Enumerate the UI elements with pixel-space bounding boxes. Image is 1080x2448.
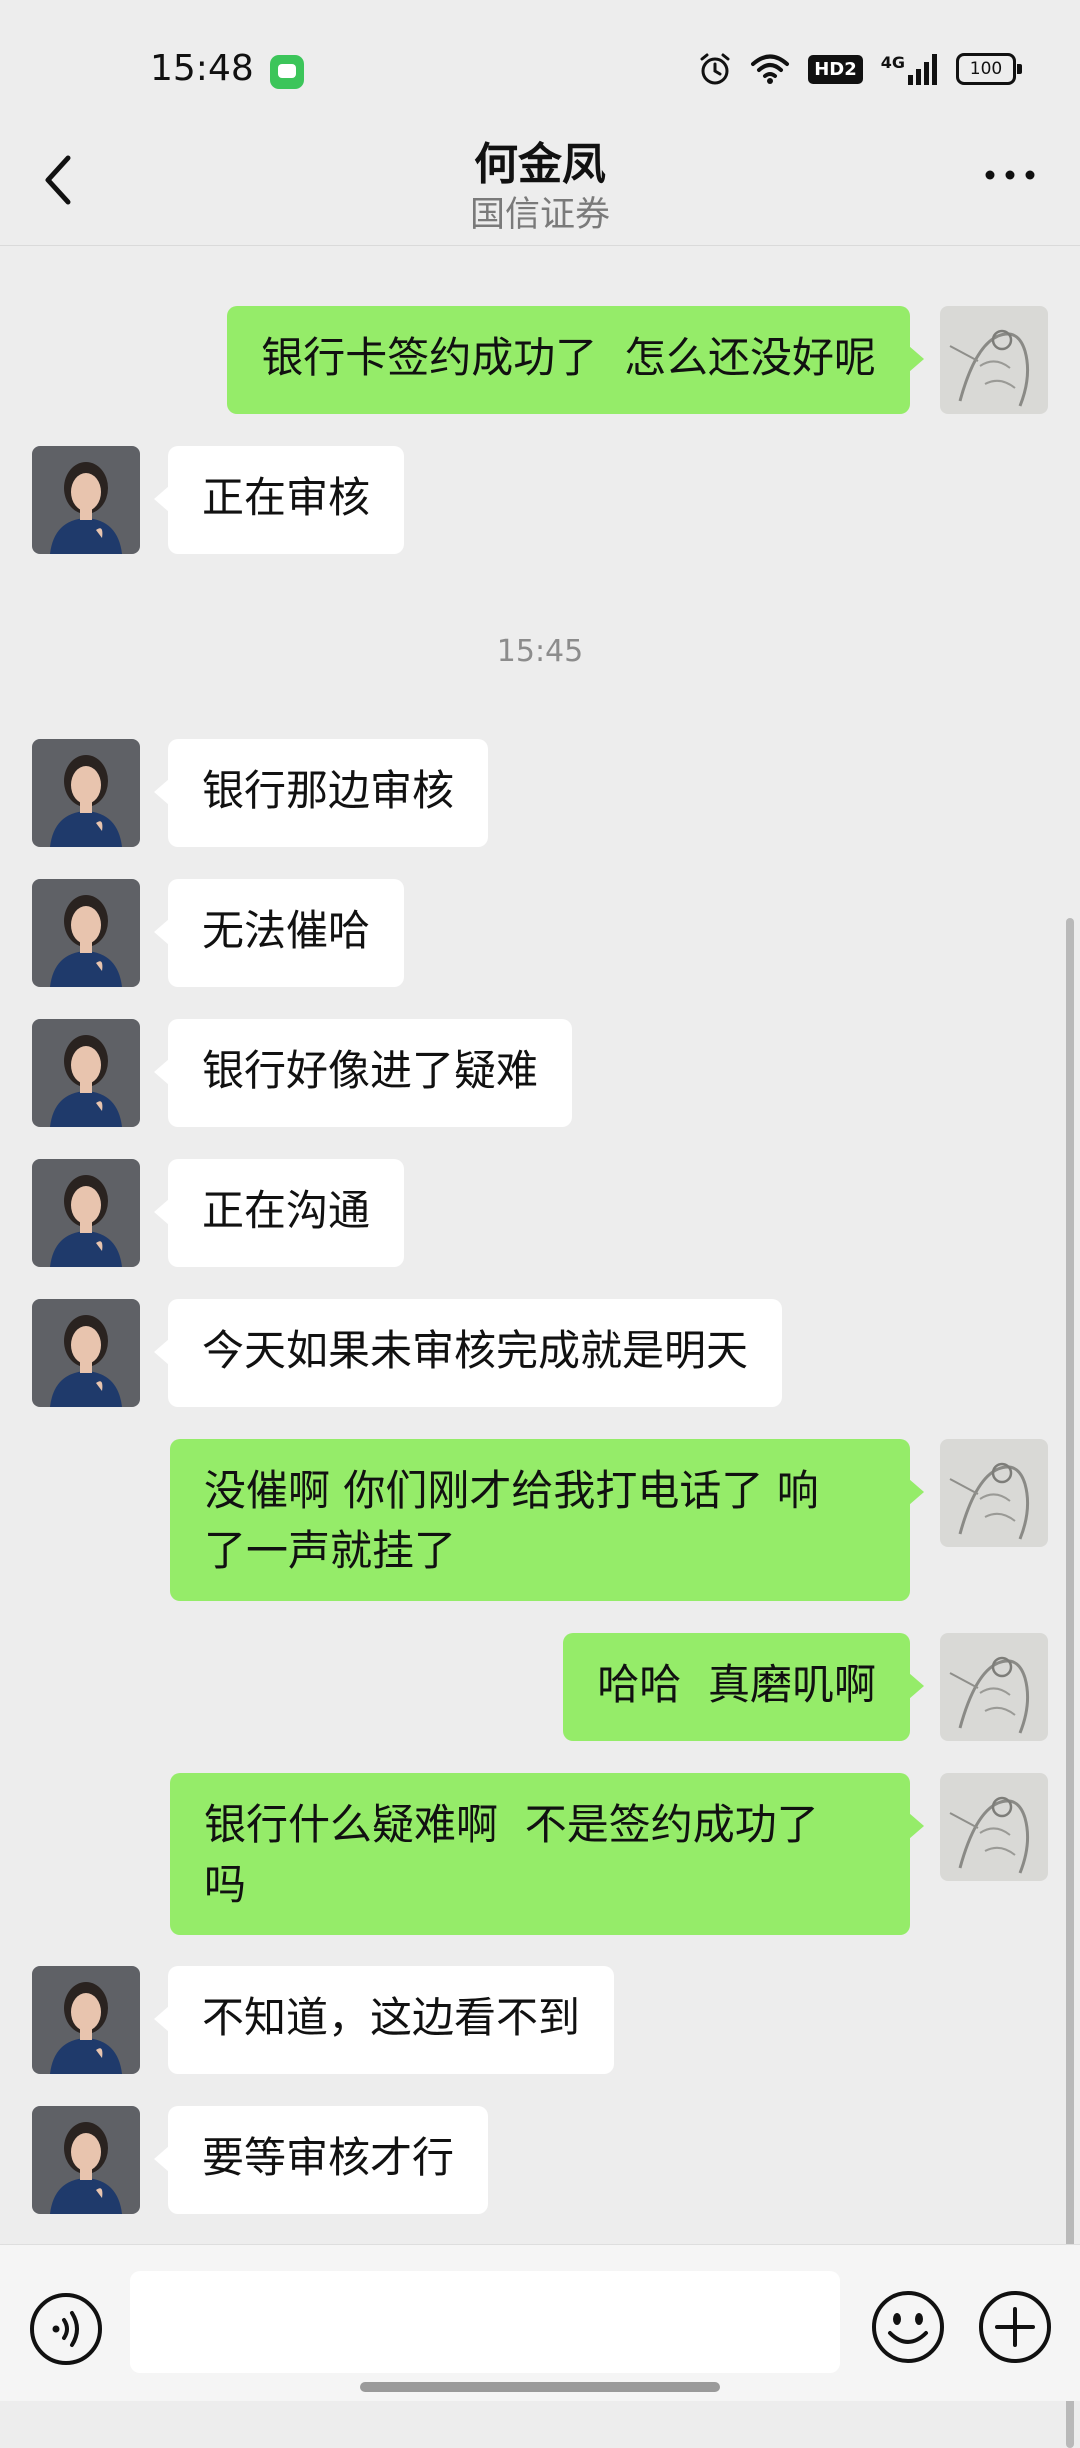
- contact-avatar[interactable]: [32, 739, 140, 847]
- message-input[interactable]: [130, 2271, 840, 2373]
- message-bubble-received[interactable]: 银行那边审核: [153, 739, 489, 847]
- message-list[interactable]: 银行卡签约成功了 怎么还没好呢 正在审核 15:45 银行那边审核 无法催哈 银…: [0, 246, 1080, 2448]
- home-indicator[interactable]: [360, 2382, 720, 2392]
- time-divider: 15:45: [496, 634, 584, 669]
- status-bar: 15:48 HD2 4G 100: [0, 0, 1080, 140]
- chat-header: 何金凤 国信证券: [0, 120, 1080, 246]
- contact-avatar[interactable]: [32, 2106, 140, 2214]
- my-avatar[interactable]: [940, 1773, 1048, 1881]
- hd-icon: HD2: [808, 54, 863, 84]
- signal-4g-icon: 4G: [881, 53, 938, 85]
- message-bubble-received[interactable]: 不知道，这边看不到: [153, 1966, 615, 2074]
- status-time: 15:48: [150, 48, 254, 89]
- message-bubble-received[interactable]: 正在审核: [153, 446, 405, 554]
- contact-avatar[interactable]: [32, 1159, 140, 1267]
- message-notification-icon: [270, 55, 304, 89]
- status-icons: HD2 4G 100: [698, 52, 1022, 86]
- wifi-icon: [751, 54, 790, 84]
- emoji-icon[interactable]: [870, 2289, 946, 2365]
- contact-avatar[interactable]: [32, 1299, 140, 1407]
- contact-company: 国信证券: [469, 195, 610, 235]
- alarm-icon: [700, 53, 730, 85]
- input-bar: [0, 2244, 1080, 2401]
- message-bubble-received[interactable]: 无法催哈: [153, 879, 405, 987]
- scrollbar[interactable]: [1066, 918, 1074, 2448]
- contact-avatar[interactable]: [32, 1966, 140, 2074]
- message-bubble-received[interactable]: 今天如果未审核完成就是明天: [153, 1299, 783, 1407]
- contact-name: 何金凤: [474, 139, 606, 190]
- my-avatar[interactable]: [940, 1439, 1048, 1547]
- contact-avatar[interactable]: [32, 879, 140, 987]
- contact-avatar[interactable]: [32, 446, 140, 554]
- contact-avatar[interactable]: [32, 1019, 140, 1127]
- more-dots-icon[interactable]: [980, 160, 1040, 190]
- plus-icon[interactable]: [977, 2289, 1053, 2365]
- message-bubble-sent[interactable]: 银行卡签约成功了 怎么还没好呢: [227, 306, 924, 414]
- message-bubble-received[interactable]: 要等审核才行: [153, 2106, 489, 2214]
- message-bubble-received[interactable]: 银行好像进了疑难: [153, 1019, 573, 1127]
- voice-icon[interactable]: [28, 2291, 104, 2367]
- message-bubble-sent[interactable]: 没催啊 你们刚才给我打电话了 响 了一声就挂了: [170, 1439, 924, 1601]
- network-label: 4G: [880, 53, 905, 72]
- message-bubble-sent[interactable]: 银行什么疑难啊 不是签约成功了 吗: [170, 1773, 924, 1935]
- message-bubble-sent[interactable]: 哈哈 真磨叽啊: [563, 1633, 924, 1741]
- battery-icon: 100: [956, 53, 1022, 85]
- message-bubble-received[interactable]: 正在沟通: [153, 1159, 405, 1267]
- my-avatar[interactable]: [940, 1633, 1048, 1741]
- my-avatar[interactable]: [940, 306, 1048, 414]
